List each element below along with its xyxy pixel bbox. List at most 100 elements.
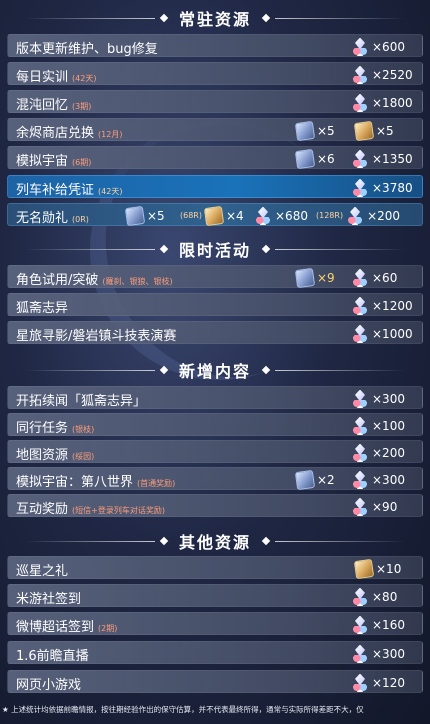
reward-row: 米游社签到 ×80	[7, 584, 423, 607]
section-title: 限时活动	[178, 241, 251, 260]
amount: ×6	[317, 151, 335, 166]
row-sublabel: (银枝)	[72, 425, 95, 434]
star-rail-pass-icon	[294, 267, 316, 288]
reward-row: 混沌回忆 (3期) ×1800	[7, 90, 423, 113]
row-sublabel: (0R)	[72, 215, 89, 224]
amount: ×300	[372, 391, 405, 406]
section-header-other: 其他资源	[0, 529, 430, 553]
stellar-jade-icon	[351, 443, 369, 463]
tier-note: (68R)	[180, 211, 202, 220]
amount: ×1200	[372, 298, 413, 313]
reward-row-highlight: 列车补给凭证 (42天) ×3780	[7, 175, 423, 198]
stellar-jade-icon	[346, 206, 364, 226]
row-label: 版本更新维护、bug修复	[16, 42, 158, 57]
diamond-icon	[159, 13, 169, 23]
special-pass-icon	[353, 120, 375, 141]
amount: ×2	[317, 472, 335, 487]
amount: ×600	[372, 39, 405, 54]
reward-row: 模拟宇宙 (6期) ×6 ×1350	[7, 146, 423, 169]
amount: ×4	[225, 208, 244, 223]
stellar-jade-icon	[351, 673, 369, 693]
row-label: 无名勋礼 (0R)	[16, 211, 89, 226]
section-title: 新增内容	[178, 362, 251, 381]
star-rail-pass-icon	[294, 469, 316, 490]
amount: ×60	[372, 270, 398, 285]
section-header-permanent: 常驻资源	[0, 6, 430, 30]
amount: ×3780	[372, 180, 413, 195]
footnote: ★ 上述统计均依据前瞻情报，按往期经验作出的保守估算，并不代表最终所得，通常与实…	[2, 705, 364, 714]
reward-row: 狐斋志异 ×1200	[7, 293, 423, 316]
amount: ×1350	[372, 151, 413, 166]
amount: ×120	[372, 675, 405, 690]
section-header-limited: 限时活动	[0, 237, 430, 261]
diamond-icon	[159, 365, 169, 375]
special-pass-icon	[203, 205, 225, 226]
reward-row: 版本更新维护、bug修复 ×600	[7, 34, 423, 57]
stellar-jade-icon	[351, 268, 369, 288]
amount: ×200	[372, 445, 405, 460]
row-label: 狐斋志异	[16, 301, 69, 316]
row-label: 开拓续闻「狐斋志异」	[16, 394, 147, 409]
amount: ×10	[376, 561, 402, 576]
row-label: 模拟宇宙：第八世界 (首通奖励)	[16, 475, 176, 490]
section-header-new: 新增内容	[0, 358, 430, 382]
stellar-jade-icon	[351, 644, 369, 664]
star-rail-pass-icon	[294, 148, 316, 169]
stellar-jade-icon	[351, 149, 369, 169]
diamond-icon	[261, 13, 271, 23]
row-label: 互动奖励 (短信+登录列车对话奖励)	[16, 502, 165, 517]
reward-row: 余烬商店兑换 (12月) ×5 ×5	[7, 118, 423, 141]
reward-row: 每日实训 (42天) ×2520	[7, 62, 423, 85]
reward-row: 微博超话签到 (2期) ×160	[7, 612, 423, 635]
reward-row: 角色试用/突破 (羅刹、银狼、银枝) ×9 ×60	[7, 265, 423, 288]
amount: ×2520	[372, 67, 413, 82]
row-sublabel: (绥园)	[72, 452, 95, 461]
row-label: 微博超话签到 (2期)	[16, 620, 118, 635]
diamond-icon	[159, 244, 169, 254]
stellar-jade-icon	[351, 416, 369, 436]
row-label: 网页小游戏	[16, 678, 82, 693]
stellar-jade-icon	[351, 497, 369, 517]
reward-row: 模拟宇宙：第八世界 (首通奖励) ×2 ×300	[7, 467, 423, 490]
row-sublabel: (短信+登录列车对话奖励)	[72, 506, 165, 515]
reward-row: 星旅寻影/磐岩镇斗技表演赛 ×1000	[7, 321, 423, 344]
amount: ×300	[372, 646, 405, 661]
stellar-jade-icon	[351, 470, 369, 490]
amount: ×100	[372, 418, 405, 433]
row-label: 巡星之礼	[16, 564, 69, 579]
reward-row: 互动奖励 (短信+登录列车对话奖励) ×90	[7, 494, 423, 517]
stellar-jade-icon	[351, 389, 369, 409]
amount: ×1000	[372, 326, 413, 341]
amount: ×1800	[372, 95, 413, 110]
row-sublabel: (12月)	[98, 130, 123, 139]
row-label: 星旅寻影/磐岩镇斗技表演赛	[16, 329, 177, 344]
section-title: 其他资源	[178, 533, 251, 552]
amount: ×90	[372, 499, 398, 514]
reward-row: 网页小游戏 ×120	[7, 670, 423, 693]
amount: ×5	[317, 123, 335, 138]
star-rail-pass-icon	[294, 120, 316, 141]
row-sublabel: (42天)	[72, 74, 97, 83]
star-rail-pass-icon	[124, 205, 146, 226]
reward-row: 巡星之礼 ×10	[7, 556, 423, 579]
row-label: 地图资源 (绥园)	[16, 448, 95, 463]
row-label: 余烬商店兑换 (12月)	[16, 126, 123, 141]
reward-row: 1.6前瞻直播 ×300	[7, 641, 423, 664]
reward-row: 同行任务 (银枝) ×100	[7, 413, 423, 436]
diamond-icon	[261, 365, 271, 375]
stellar-jade-icon	[351, 587, 369, 607]
amount: ×680	[275, 208, 308, 223]
reward-row: 地图资源 (绥园) ×200	[7, 440, 423, 463]
row-sublabel: (3期)	[72, 102, 92, 111]
amount: ×80	[372, 589, 398, 604]
row-label: 同行任务 (银枝)	[16, 421, 95, 436]
diamond-icon	[261, 244, 271, 254]
stellar-jade-icon	[351, 65, 369, 85]
amount: ×300	[372, 472, 405, 487]
stellar-jade-icon	[351, 615, 369, 635]
row-label: 模拟宇宙 (6期)	[16, 154, 92, 169]
stellar-jade-icon	[351, 324, 369, 344]
amount: ×9	[317, 270, 335, 285]
row-label: 角色试用/突破 (羅刹、银狼、银枝)	[16, 273, 173, 288]
row-label: 列车补给凭证 (42天)	[16, 183, 123, 198]
